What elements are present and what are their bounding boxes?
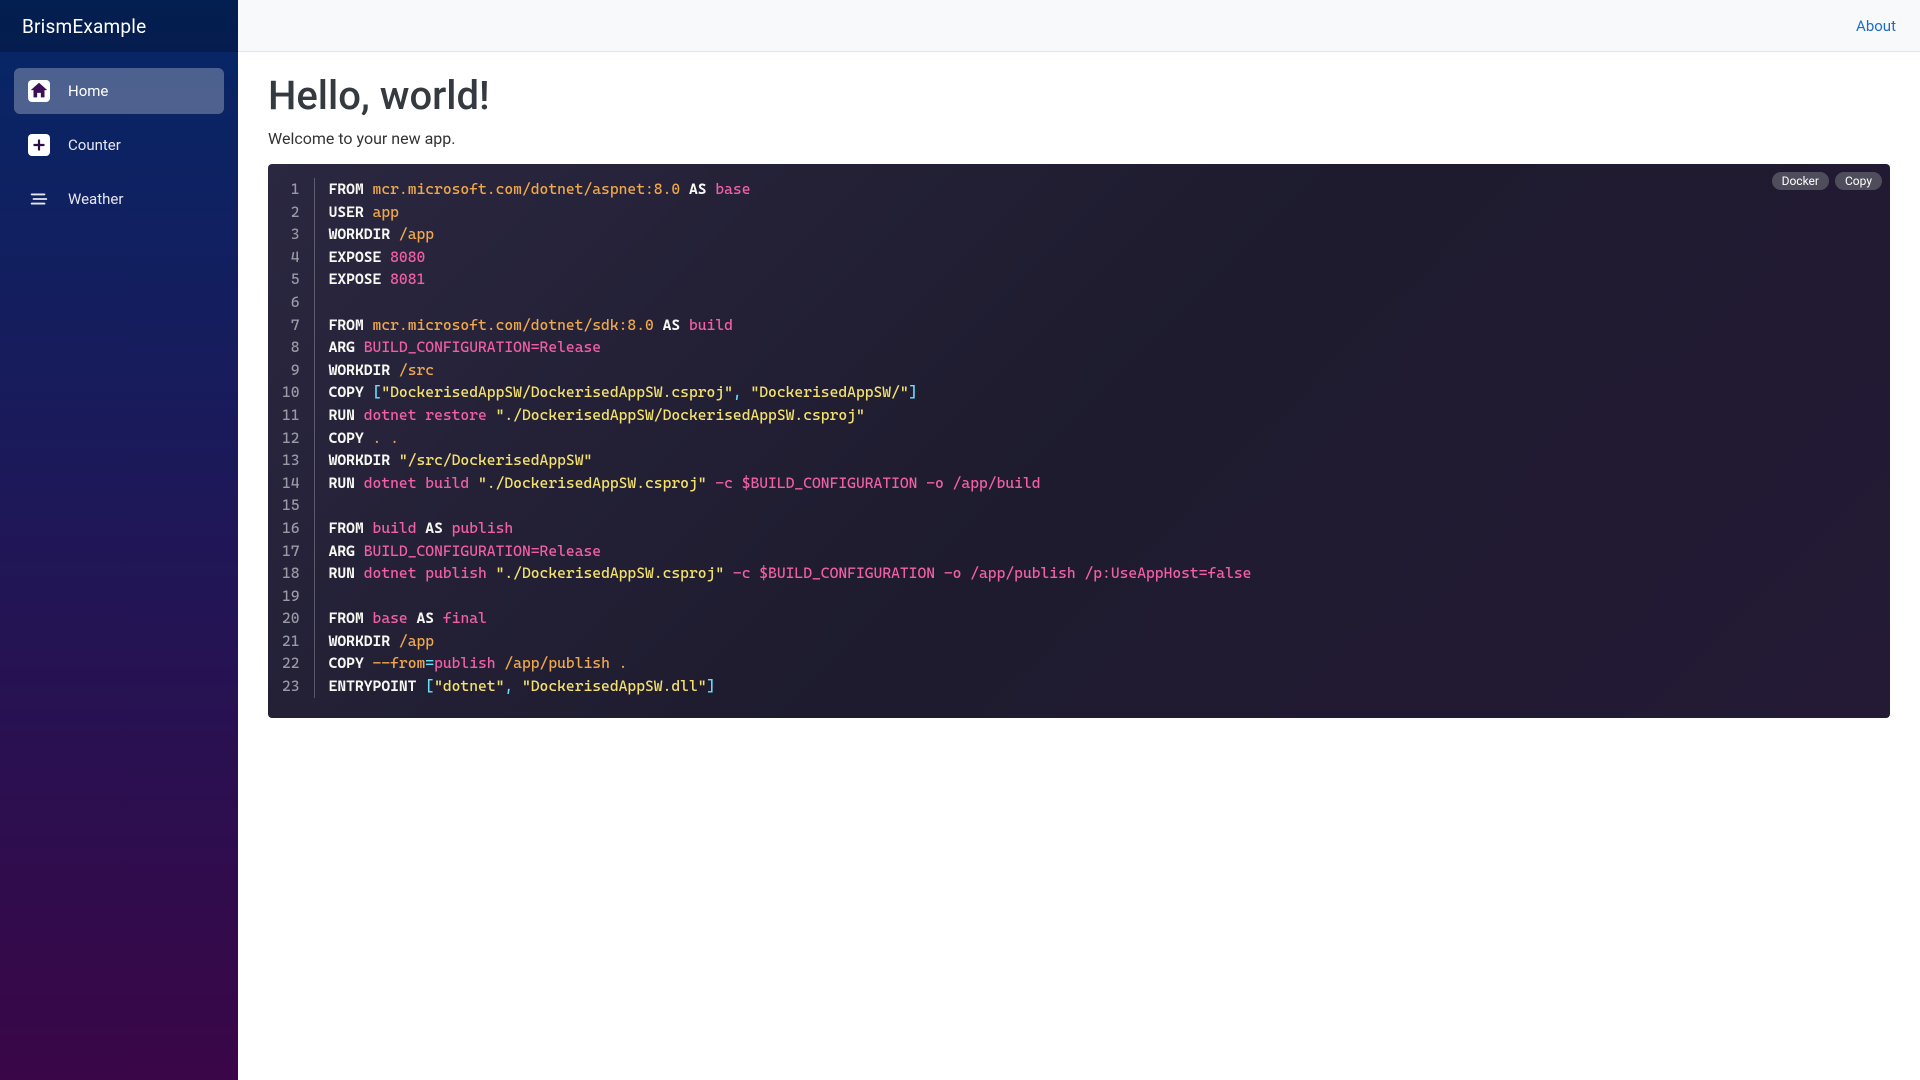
sidebar-item-label: Counter xyxy=(68,136,121,154)
content: Hello, world! Welcome to your new app. D… xyxy=(238,52,1920,738)
sidebar-item-counter[interactable]: Counter xyxy=(14,122,224,168)
list-icon xyxy=(28,188,50,210)
nav: Home Counter Weather xyxy=(0,52,238,238)
codeblock-gutter: 1 2 3 4 5 6 7 8 9 10 11 12 13 14 15 16 1… xyxy=(282,178,315,698)
brand-row: BrismExample xyxy=(0,0,238,52)
codeblock-wrap: Docker Copy 1 2 3 4 5 6 7 8 9 10 11 12 1… xyxy=(268,164,1890,718)
sidebar-item-weather[interactable]: Weather xyxy=(14,176,224,222)
home-icon xyxy=(28,80,50,102)
sidebar-item-label: Weather xyxy=(68,190,123,208)
sidebar: BrismExample Home Counter Weather xyxy=(0,0,238,1080)
topbar: About xyxy=(238,0,1920,52)
brand-link[interactable]: BrismExample xyxy=(22,15,146,38)
plus-icon xyxy=(28,134,50,156)
sidebar-item-label: Home xyxy=(68,82,108,100)
codeblock-copy-button[interactable]: Copy xyxy=(1835,172,1882,190)
page-subtitle: Welcome to your new app. xyxy=(268,129,1890,148)
page-title: Hello, world! xyxy=(268,72,1890,119)
codeblock-code[interactable]: FROM mcr.microsoft.com/dotnet/aspnet:8.0… xyxy=(315,178,1252,698)
codeblock-language-badge[interactable]: Docker xyxy=(1772,172,1829,190)
main: About Hello, world! Welcome to your new … xyxy=(238,0,1920,1080)
sidebar-item-home[interactable]: Home xyxy=(14,68,224,114)
codeblock-badges: Docker Copy xyxy=(1772,172,1882,190)
about-link[interactable]: About xyxy=(1856,17,1896,35)
codeblock: 1 2 3 4 5 6 7 8 9 10 11 12 13 14 15 16 1… xyxy=(268,164,1890,718)
